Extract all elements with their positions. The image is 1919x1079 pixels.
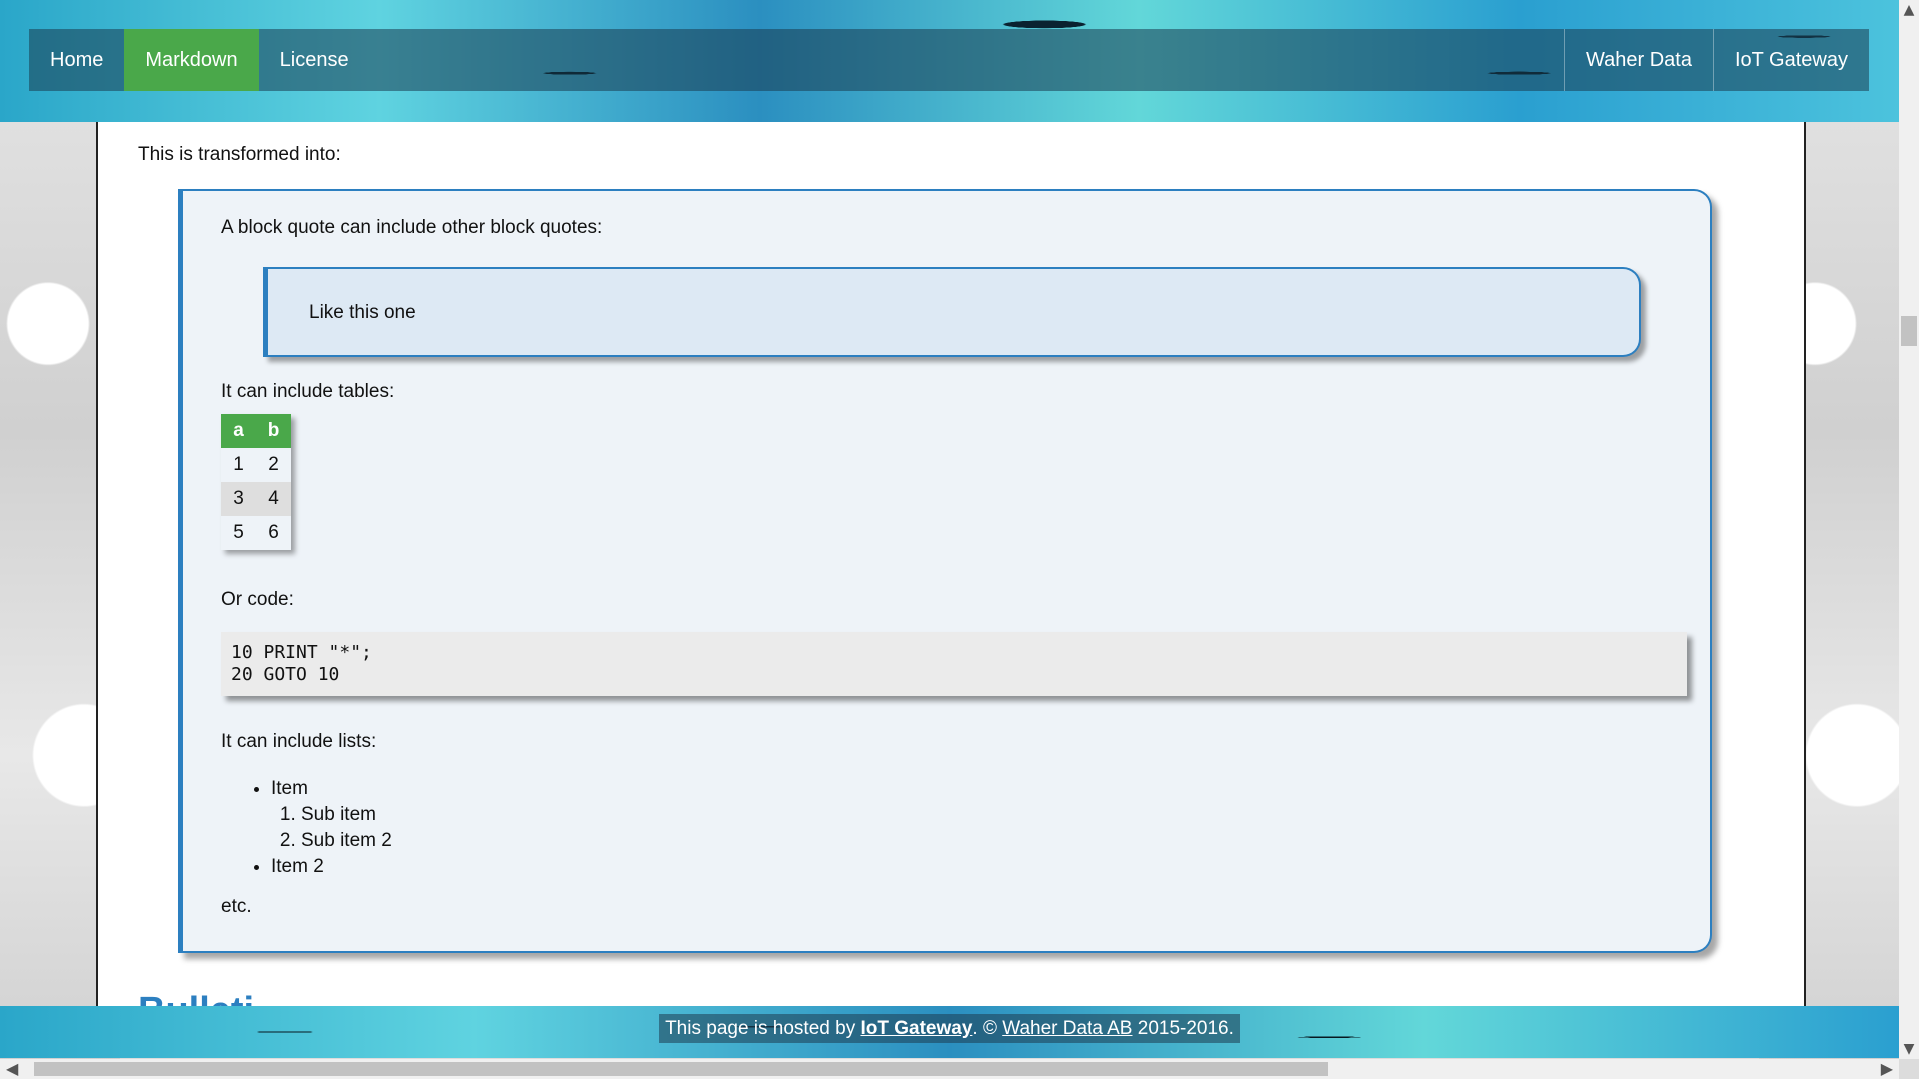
table-header-cell: a [221, 414, 256, 448]
block-quote: A block quote can include other block qu… [178, 189, 1712, 953]
footer-middle: . © [972, 1018, 1003, 1039]
nav-right: Waher Data IoT Gateway [1564, 29, 1869, 91]
scroll-left-icon[interactable]: ◀ [6, 1059, 18, 1079]
scroll-up-icon[interactable]: ▲ [1899, 2, 1919, 18]
footer: This page is hosted by IoT Gateway. © Wa… [0, 1014, 1899, 1043]
nav-iot-gateway[interactable]: IoT Gateway [1712, 29, 1869, 91]
list-item: Item Sub item Sub item 2 [271, 776, 392, 854]
table-header-cell: b [256, 414, 291, 448]
footer-link-waher-data[interactable]: Waher Data AB [1002, 1018, 1132, 1039]
table-row: 5 6 [221, 516, 291, 550]
footer-suffix: 2015-2016. [1132, 1018, 1234, 1039]
table-cell: 1 [233, 454, 244, 475]
horizontal-scroll-thumb[interactable] [34, 1062, 1328, 1076]
nav-home[interactable]: Home [29, 29, 124, 91]
intro-text: This is transformed into: [138, 144, 341, 165]
navbar: Home Markdown License Waher Data IoT Gat… [29, 29, 1869, 91]
vertical-scrollbar[interactable]: ▲ ▼ [1899, 0, 1919, 1059]
list-item-label: Item [271, 778, 308, 799]
scrollbar-corner [1899, 1059, 1919, 1079]
nav-license[interactable]: License [259, 29, 370, 91]
code-line: 10 PRINT "*"; [231, 642, 372, 663]
bq-paragraph-2: It can include tables: [221, 381, 395, 402]
code-block: 10 PRINT "*"; 20 GOTO 10 [221, 632, 1687, 696]
table-cell: 6 [268, 522, 279, 543]
list-item: Sub item 2 [301, 828, 392, 854]
table-cell: 3 [221, 482, 256, 516]
table-row: 1 2 [221, 448, 291, 482]
main-content: This is transformed into: A block quote … [96, 122, 1806, 1006]
table-cell: 2 [268, 454, 279, 475]
list-item: Sub item [301, 802, 392, 828]
data-table: a b 1 2 3 4 5 6 [221, 414, 291, 550]
bq-paragraph-3: Or code: [221, 589, 294, 610]
nested-quote-text: Like this one [309, 302, 416, 323]
horizontal-scrollbar[interactable]: ◀ ▶ [0, 1059, 1899, 1079]
list-item: Item 2 [271, 854, 392, 880]
nested-block-quote: Like this one [263, 267, 1641, 357]
bq-paragraph-5: etc. [221, 896, 252, 917]
numbered-list: Sub item Sub item 2 [271, 802, 392, 854]
table-cell: 4 [256, 482, 291, 516]
table-header-row: a b [221, 414, 291, 448]
bq-paragraph-4: It can include lists: [221, 731, 377, 752]
footer-box: This page is hosted by IoT Gateway. © Wa… [659, 1014, 1240, 1043]
nav-left: Home Markdown License [29, 29, 370, 91]
nav-markdown[interactable]: Markdown [124, 29, 259, 91]
table-row: 3 4 [221, 482, 291, 516]
scroll-right-icon[interactable]: ▶ [1881, 1059, 1893, 1079]
bq-paragraph-1: A block quote can include other block qu… [221, 217, 603, 238]
nav-waher-data[interactable]: Waher Data [1564, 29, 1713, 91]
code-line: 20 GOTO 10 [231, 664, 340, 685]
footer-prefix: This page is hosted by [665, 1018, 861, 1039]
vertical-scroll-thumb[interactable] [1901, 316, 1917, 346]
next-section-heading: Bulleti [138, 990, 254, 1006]
table-cell: 5 [233, 522, 244, 543]
bullet-list: Item Sub item Sub item 2 Item 2 [221, 776, 392, 880]
footer-link-iot-gateway[interactable]: IoT Gateway [860, 1018, 972, 1039]
scroll-down-icon[interactable]: ▼ [1899, 1041, 1919, 1057]
